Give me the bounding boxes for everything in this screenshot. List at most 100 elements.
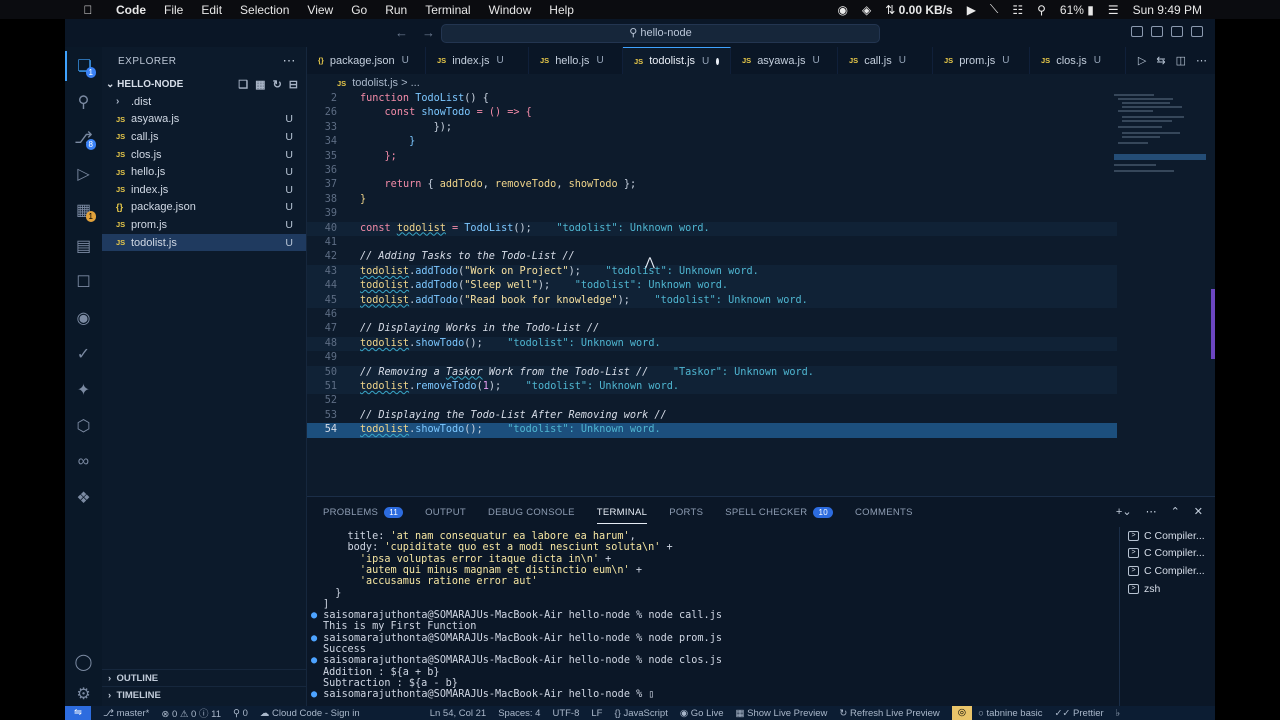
tab-asyawa-js[interactable]: JS asyawa.js U [731,47,838,74]
play-icon[interactable]: ▶ [967,3,976,17]
settings-gear-icon[interactable]: ⚙ [65,679,102,709]
menu-run[interactable]: Run [385,3,407,17]
menu-help[interactable]: Help [549,3,574,17]
status-language[interactable]: {} JavaScript [614,708,667,719]
status-ports[interactable]: ⚲ 0 [233,708,248,719]
tab-hello-js[interactable]: JS hello.js U [529,47,623,74]
run-debug-icon[interactable]: ▷ [65,159,102,189]
sidebar-item-index[interactable]: JS index.js U [102,181,306,199]
testing-icon[interactable]: ☐ [65,267,102,297]
toggle-panel-icon[interactable] [1171,26,1183,37]
tab-spell-checker[interactable]: SPELL CHECKER 10 [725,506,833,518]
command-center-search[interactable]: ⚲ hello-node [441,24,880,43]
menu-edit[interactable]: Edit [201,3,222,17]
terminal-item[interactable]: > C Compiler... [1120,545,1215,563]
github-icon[interactable]: ◉ [65,303,102,333]
status-eol[interactable]: LF [591,708,602,719]
sidebar-item-todolist[interactable]: JS todolist.js U [102,233,306,252]
menu-view[interactable]: View [307,3,333,17]
layout-panel-icon[interactable] [1131,26,1143,37]
code-editor[interactable]: 2 function TodoList() { 26 const showTodo… [307,92,1215,496]
record-icon[interactable]: ◉ [838,3,848,17]
broadcast-icon[interactable]: ◎ [951,706,973,720]
python-icon[interactable]: ❖ [65,483,102,513]
cloud-code-icon[interactable]: ∞ [65,447,102,477]
new-file-icon[interactable]: ❏ [238,78,248,91]
forward-arrow-icon[interactable]: → [422,25,435,40]
split-editor-icon[interactable]: ◫ [1176,54,1186,67]
timeline-section[interactable]: › TIMELINE [102,686,307,703]
status-refresh-live-preview[interactable]: ↻ Refresh Live Preview [839,708,939,719]
menu-terminal[interactable]: Terminal [425,3,470,17]
breadcrumb-file[interactable]: todolist.js [352,77,398,89]
menu-window[interactable]: Window [489,3,532,17]
status-prettier[interactable]: ✓✓ Prettier [1054,708,1103,719]
sidebar-item-dist[interactable]: › .dist [102,93,306,111]
source-control-icon[interactable]: ⎇ 8 [65,123,102,153]
maximize-panel-icon[interactable]: ⌃ [1171,505,1180,518]
breadcrumb-symbol[interactable]: ... [411,77,420,89]
tab-output[interactable]: OUTPUT [425,507,466,518]
compare-icon[interactable]: ⇆ [1156,54,1165,67]
battery-status[interactable]: 61% ▮ [1060,3,1094,17]
control-center-icon[interactable]: ☰ [1108,3,1119,17]
remote-explorer-icon[interactable]: ▤ [65,231,102,261]
check-icon[interactable]: ✓ [65,339,102,369]
menu-selection[interactable]: Selection [240,3,289,17]
tab-index-js[interactable]: JS index.js U [426,47,529,74]
tab-prom-js[interactable]: JS prom.js U [933,47,1030,74]
more-actions-icon[interactable]: ⋯ [1196,54,1207,67]
scrollbar[interactable] [1211,289,1215,359]
status-encoding[interactable]: UTF-8 [552,708,579,719]
status-cursor-position[interactable]: Ln 54, Col 21 [430,708,487,719]
more-actions-icon[interactable]: ⋯ [1146,505,1157,518]
sidebar-item-call[interactable]: JS call.js U [102,128,306,146]
status-go-live[interactable]: ◉ Go Live [680,708,724,719]
new-terminal-icon[interactable]: +⌄ [1116,505,1132,518]
sidebar-item-clos[interactable]: JS clos.js U [102,146,306,164]
account-icon[interactable]: ◯ [65,647,102,677]
terminal-prompt[interactable]: ● saisomarajuthonta@SOMARAJUs-MacBook-Ai… [311,689,655,700]
run-icon[interactable]: ▷ [1138,54,1146,67]
tab-terminal[interactable]: TERMINAL [596,501,648,524]
menu-app[interactable]: Code [116,3,146,17]
folder-header[interactable]: ⌄ HELLO-NODE ❏ ▦ ↻ ⊟ [102,75,306,93]
clock[interactable]: Sun 9:49 PM [1133,3,1202,17]
apple-icon[interactable]:  [80,3,96,17]
explorer-icon[interactable]: ❏ 1 [65,51,102,81]
tab-todolist-js[interactable]: JS todolist.js U [623,47,731,74]
toggle-secondary-sidebar-icon[interactable] [1191,26,1203,37]
extensions-icon[interactable]: ▦ 1 [65,195,102,225]
sidebar-item-prom[interactable]: JS prom.js U [102,216,306,234]
menu-file[interactable]: File [164,3,183,17]
tab-clos-js[interactable]: JS clos.js U [1030,47,1126,74]
terminal-output[interactable]: title: 'at nam consequatur ea labore ea … [307,527,1112,707]
status-problems[interactable]: ⊗ 0 ⚠ 0 ⓘ 11 [161,706,221,720]
wifi-icon[interactable]: ☷ [1012,3,1023,17]
toggle-sidebar-icon[interactable] [1151,26,1163,37]
tab-problems[interactable]: PROBLEMS 11 [323,506,404,518]
collapse-all-icon[interactable]: ⊟ [289,78,298,91]
remote-icon[interactable]: ⇋ [65,706,91,720]
menu-go[interactable]: Go [351,3,367,17]
copilot-icon[interactable]: ✦ [65,375,102,405]
tab-ports[interactable]: PORTS [669,507,703,518]
pen-icon[interactable]: ⟍ [990,2,998,17]
status-cloud-code[interactable]: ☁ Cloud Code - Sign in [260,708,360,719]
unsaved-dot-icon[interactable] [716,57,719,65]
tab-package-json[interactable]: {} package.json U [307,47,426,74]
spotlight-icon[interactable]: ⚲ [1037,3,1046,17]
sidebar-item-package-json[interactable]: {} package.json U [102,199,306,217]
tab-comments[interactable]: COMMENTS [855,507,913,518]
sidebar-item-asyawa[interactable]: JS asyawa.js U [102,111,306,129]
terminal-item[interactable]: > zsh [1120,580,1215,598]
back-arrow-icon[interactable]: ← [395,25,408,40]
new-folder-icon[interactable]: ▦ [255,78,265,91]
status-indentation[interactable]: Spaces: 4 [498,708,540,719]
docker-icon[interactable]: ⬡ [65,411,102,441]
status-branch[interactable]: ⎇ master* [103,708,149,719]
status-show-live-preview[interactable]: ▦ Show Live Preview [736,708,828,719]
terminal-item[interactable]: > C Compiler... [1120,527,1215,545]
outline-section[interactable]: › OUTLINE [102,669,307,686]
tab-call-js[interactable]: JS call.js U [838,47,933,74]
